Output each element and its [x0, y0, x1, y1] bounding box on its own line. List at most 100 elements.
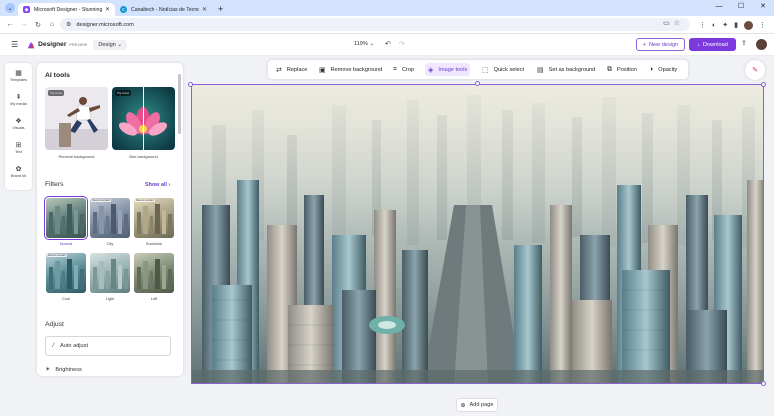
share-icon[interactable]: ⇪	[741, 39, 747, 47]
opacity-button[interactable]: ◑ Opacity	[646, 63, 680, 76]
undo-icon[interactable]: ↶	[385, 40, 391, 48]
image-tools-button[interactable]: ◈ Image tools	[425, 63, 471, 76]
filter-sunshine[interactable]: Recommended	[134, 198, 174, 238]
filter-cool[interactable]: Recommended	[46, 253, 86, 293]
recommended-tag: Recommended	[135, 199, 155, 202]
user-avatar[interactable]	[755, 38, 768, 51]
filter-label: City	[106, 241, 114, 246]
extensions-puzzle-icon[interactable]: ✦	[722, 21, 728, 29]
image-toolbar: ⇄ Replace ▣ Remove background ⌗ Crop ◈ I…	[268, 60, 688, 79]
panel-scrollbar[interactable]	[178, 74, 181, 134]
rail-item-label: Brand kit	[11, 174, 26, 178]
position-button[interactable]: ⧉ Position	[604, 63, 640, 76]
blur-background-label: Blur background	[129, 154, 158, 159]
extension-icon[interactable]: ⋮	[699, 21, 706, 29]
home-icon[interactable]: ⌂	[45, 21, 59, 28]
address-actions: ▭☆	[663, 19, 684, 27]
back-icon[interactable]: ←	[3, 21, 17, 28]
hamburger-menu-icon[interactable]: ☰	[11, 40, 18, 49]
auto-adjust-button[interactable]: ⁄ Auto adjust	[45, 336, 171, 356]
plus-icon: ⊕	[460, 402, 466, 409]
rail-item-visuals[interactable]: ❖ Visuals	[5, 117, 32, 130]
close-tab-icon[interactable]: ✕	[105, 6, 110, 13]
preview-badge: PREVIEW	[69, 42, 88, 47]
resize-handle-left[interactable]	[188, 82, 193, 87]
crop-button[interactable]: ⌗ Crop	[390, 63, 417, 76]
site-info-icon[interactable]: ⚙	[66, 21, 71, 28]
browser-menu-icon[interactable]: ⋮	[759, 21, 766, 29]
brightness-control[interactable]: ☀ Brightness	[45, 366, 82, 374]
cast-icon[interactable]: ▭	[663, 20, 674, 27]
filter-thumbnail	[93, 204, 128, 234]
remove-background-label: Remove background	[58, 154, 95, 159]
new-design-button[interactable]: + New design	[636, 38, 685, 51]
close-tab-icon[interactable]: ✕	[202, 6, 207, 13]
quick-select-button[interactable]: ⬚ Quick select	[479, 63, 527, 76]
auto-adjust-label: Auto adjust	[60, 343, 89, 349]
rail-item-text[interactable]: ⊞ Text	[5, 141, 32, 154]
close-window-icon[interactable]: ✕	[752, 0, 774, 16]
set-as-background-button[interactable]: ▤ Set as background	[534, 63, 598, 76]
filter-normal[interactable]	[44, 196, 88, 240]
filter-light[interactable]	[90, 253, 130, 293]
position-icon: ⧉	[607, 65, 612, 73]
toolbar-label: Remove background	[330, 66, 383, 73]
rail-item-label: Templates	[9, 78, 28, 82]
visuals-icon: ❖	[15, 118, 22, 125]
redo-icon[interactable]: ↷	[399, 40, 405, 48]
brand-kit-icon: ✿	[15, 166, 22, 173]
resize-handle-top[interactable]	[475, 81, 480, 86]
toolbar-label: Replace	[286, 66, 308, 73]
resize-handle-bottom-right[interactable]	[761, 381, 766, 386]
chevron-down-icon: ⌄	[369, 41, 375, 47]
toolbar-label: Opacity	[658, 66, 678, 73]
filter-thumbnail	[49, 259, 84, 289]
replace-button[interactable]: ⇄ Replace	[273, 63, 310, 76]
sidebar-icon[interactable]: ▮	[734, 21, 738, 29]
designer-magic-icon[interactable]: ✎	[745, 60, 765, 80]
filter-city[interactable]: Recommended	[90, 198, 130, 238]
maximize-icon[interactable]: ☐	[730, 0, 752, 16]
quick-select-icon: ⬚	[482, 66, 489, 74]
minimize-icon[interactable]: —	[708, 0, 730, 16]
rail-item-my-media[interactable]: ⇞ My media	[5, 93, 32, 106]
new-tab-button[interactable]: +	[218, 4, 223, 14]
blur-background-thumbnail	[112, 87, 175, 150]
remove-background-button[interactable]: ▣ Remove background	[316, 63, 385, 76]
zoom-control[interactable]: 119% ⌄	[354, 41, 374, 47]
text-icon: ⊞	[15, 142, 22, 149]
opacity-icon: ◑	[649, 66, 654, 73]
tab-search-icon[interactable]: ⌄	[5, 3, 15, 13]
plus-icon: +	[642, 41, 647, 48]
show-all-link[interactable]: Show all ›	[145, 182, 170, 188]
profile-avatar[interactable]	[744, 20, 753, 30]
filter-label: Light	[105, 296, 115, 301]
canvas-image[interactable]	[191, 84, 764, 384]
forward-icon[interactable]: →	[17, 21, 31, 28]
filter-loft[interactable]	[134, 253, 174, 293]
rail-item-label: My media	[10, 102, 27, 106]
magic-wand-icon: ⁄	[53, 343, 55, 349]
design-mode-dropdown[interactable]: Design ⌄	[93, 39, 128, 50]
show-all-label: Show all	[145, 182, 167, 188]
toolbar-label: Position	[617, 66, 637, 73]
add-page-button[interactable]: ⊕ Add page	[456, 398, 498, 412]
browser-tab-designer[interactable]: ◆ Microsoft Designer - Stunning ✕	[18, 3, 115, 16]
reload-icon[interactable]: ↻	[31, 21, 45, 29]
address-bar[interactable]: ⚙ designer.microsoft.com ▭☆	[60, 18, 690, 31]
rail-item-templates[interactable]: ▦ Templates	[5, 69, 32, 82]
filter-thumbnail	[49, 204, 84, 234]
rail-item-brand-kit[interactable]: ✿ Brand kit	[5, 165, 32, 178]
designer-logo[interactable]: Designer PREVIEW	[27, 41, 87, 49]
browser-tab-canaltech[interactable]: c Canaltech - Notícias de Tecnol ✕	[115, 3, 212, 16]
remove-background-card[interactable]: Try it out	[45, 87, 108, 150]
bookmark-star-icon[interactable]: ☆	[674, 20, 684, 27]
blur-background-card[interactable]: Try it out	[112, 87, 175, 150]
translate-icon[interactable]: ◐	[712, 22, 716, 29]
tools-panel: AI tools Try it out Remove background Tr…	[37, 63, 183, 376]
filter-thumbnail	[137, 204, 172, 234]
rail-item-label: Text	[15, 150, 22, 154]
recommended-tag: Recommended	[47, 254, 67, 257]
download-button[interactable]: ↓ Download	[689, 38, 736, 51]
resize-handle-right[interactable]	[761, 82, 766, 87]
